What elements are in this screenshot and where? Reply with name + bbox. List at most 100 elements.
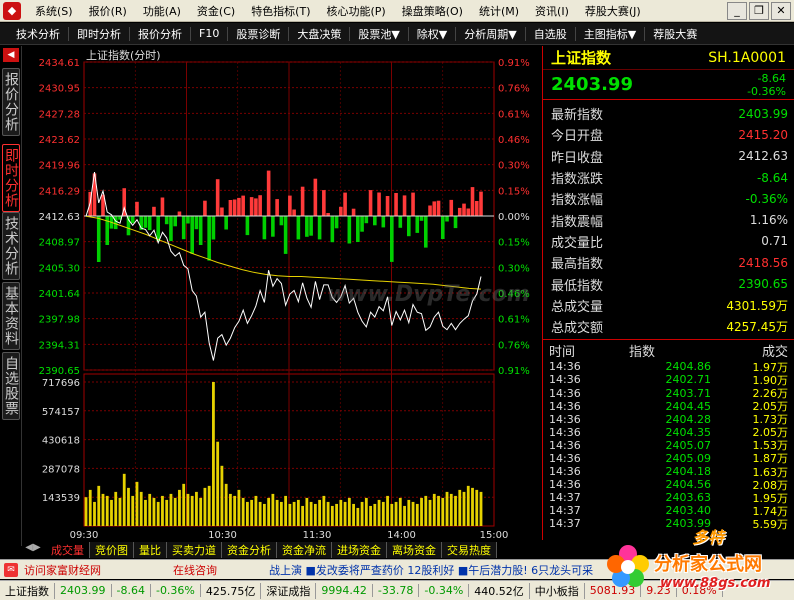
tick-time: 14:36 [549,412,581,426]
intraday-chart[interactable]: 2434.61 0.91% 2430.95 0.76% 2427.28 0.61% 2423… [22,46,542,540]
toolbar-item-3[interactable]: F10 [191,27,227,40]
menu-item-6[interactable]: 操盘策略(O) [394,3,471,19]
toolbar-item-0[interactable]: 技术分析 [8,26,68,42]
indicator-tab-4[interactable]: 资金分析 [222,542,277,558]
momentum-bar [466,208,471,216]
volume-bar [390,503,394,526]
momentum-bar [381,216,386,228]
menu-item-1[interactable]: 报价(R) [81,3,135,19]
menu-item-9[interactable]: 荐股大赛(J) [577,3,649,19]
tab-scroll-icon[interactable]: ◀▶ [22,542,44,558]
news-link-consult[interactable]: 在线咨询 [167,562,223,578]
indicator-tab-3[interactable]: 买卖力道 [167,542,222,558]
volume-bar [207,485,211,526]
momentum-bar [211,216,216,240]
indicator-tab-7[interactable]: 离场资金 [387,542,442,558]
momentum-bar [296,216,301,240]
momentum-bar [300,186,305,216]
toolbar-item-1[interactable]: 即时分析 [69,26,129,42]
momentum-bar [428,205,432,216]
quote-header: 上证指数 SH.1A0001 [543,46,794,70]
volume-tick-label: 287078 [42,464,80,475]
price-tick-label: 2427.28 [39,109,80,120]
toolbar-item-6[interactable]: 股票池▼ [350,26,407,42]
status-segment: 中小板指 [530,582,585,599]
momentum-bar [334,216,339,229]
time-tick-label: 09:30 [70,530,99,540]
toolbar-item-2[interactable]: 报价分析 [130,26,190,42]
toolbar-item-8[interactable]: 分析周期▼ [456,26,524,42]
momentum-bar [453,216,458,229]
volume-bar [169,493,173,526]
stat-label: 最低指数 [551,278,604,294]
news-link-site[interactable]: 访问家富财经网 [18,562,107,578]
momentum-bar [423,216,428,248]
momentum-bar [143,216,148,228]
close-icon[interactable]: ✕ [771,1,791,20]
side-tab-2[interactable]: 技术分析 [2,212,20,280]
news-ticker[interactable]: 战上演 ■发改委将严查药价 12股利好 ■午后潜力股! 6只龙头可采 [263,562,599,578]
volume-bar [432,493,436,526]
momentum-bar [322,190,326,216]
indicator-tab-2[interactable]: 量比 [134,542,167,558]
side-tab-4[interactable]: 自选股票 [2,352,20,420]
indicator-tab-6[interactable]: 进场资金 [332,542,387,558]
volume-bar [454,495,457,526]
menu-item-0[interactable]: 系统(S) [27,3,81,19]
status-segment: 上证指数 [0,582,55,599]
indicator-tab-1[interactable]: 竞价图 [90,542,134,558]
volume-bar [254,495,258,526]
volume-bar [173,497,177,526]
volume-bar [105,495,109,526]
volume-bar [403,505,406,526]
volume-bar [258,501,262,526]
tick-time: 14:36 [549,373,581,387]
toolbar-item-7[interactable]: 除权▼ [409,26,455,42]
volume-bar [122,473,126,526]
toolbar-item-10[interactable]: 主图指标▼ [576,26,644,42]
menu-item-3[interactable]: 资金(C) [189,3,243,19]
menu-item-5[interactable]: 核心功能(P) [319,3,394,19]
side-tab-0[interactable]: 报价分析 [2,68,20,136]
side-tab-3[interactable]: 基本资料 [2,282,20,350]
momentum-bar [271,216,275,237]
menu-item-7[interactable]: 统计(M) [471,3,527,19]
menu-item-2[interactable]: 功能(A) [135,3,189,19]
pct-tick-label: 0.15% [498,238,530,249]
toolbar-item-9[interactable]: 自选股 [526,26,575,42]
momentum-bar [245,216,250,236]
sidebar-toggle-icon[interactable]: ◀ [3,48,19,62]
status-segment: 0.18% [677,584,723,597]
volume-bar [296,499,300,526]
stat-label: 总成交量 [551,299,604,315]
toolbar-item-4[interactable]: 股票诊断 [228,26,288,42]
indicator-tab-0[interactable]: 成交量 [46,542,90,558]
volume-bar [475,489,479,526]
ticks-header-price: 指数 [629,344,656,360]
app-logo-icon[interactable]: ◆ [3,1,21,20]
volume-bar [241,497,245,526]
menu-item-4[interactable]: 特色指标(T) [243,3,318,19]
menu-item-8[interactable]: 资讯(I) [527,3,577,19]
volume-bar [88,489,92,526]
side-tab-1[interactable]: 即时分析 [2,144,20,212]
indicator-tab-8[interactable]: 交易热度 [442,542,497,558]
momentum-bar [173,216,177,227]
stats-list: 最新指数 2403.99 今日开盘 2415.20 昨日收盘 2412.63 指数涨跌 -8.… [543,100,794,341]
indicator-tab-5[interactable]: 资金净流 [277,542,332,558]
sidebar: ◀ 报价分析即时分析 技术分析基本资料自选股票 [0,46,22,546]
momentum-bar [373,216,377,226]
volume-bar [394,501,398,526]
stat-value: 4301.59万 [726,298,788,313]
momentum-bar [113,216,118,230]
toolbar-item-11[interactable]: 荐股大赛 [645,26,705,42]
tick-price: 2403.71 [665,386,712,400]
status-segment: -33.78 [373,584,420,597]
ticks-list[interactable]: 14:36 2404.86 1.97万 14:36 2402.71 1.90万 14:36 2… [543,360,794,531]
toolbar-item-5[interactable]: 大盘决策 [289,26,349,42]
minimize-icon[interactable]: _ [727,1,747,20]
status-segment: 425.75亿 [201,582,262,599]
volume-tick-label: 717696 [42,378,80,389]
momentum-bar [470,187,475,216]
restore-icon[interactable]: ❐ [749,1,769,20]
